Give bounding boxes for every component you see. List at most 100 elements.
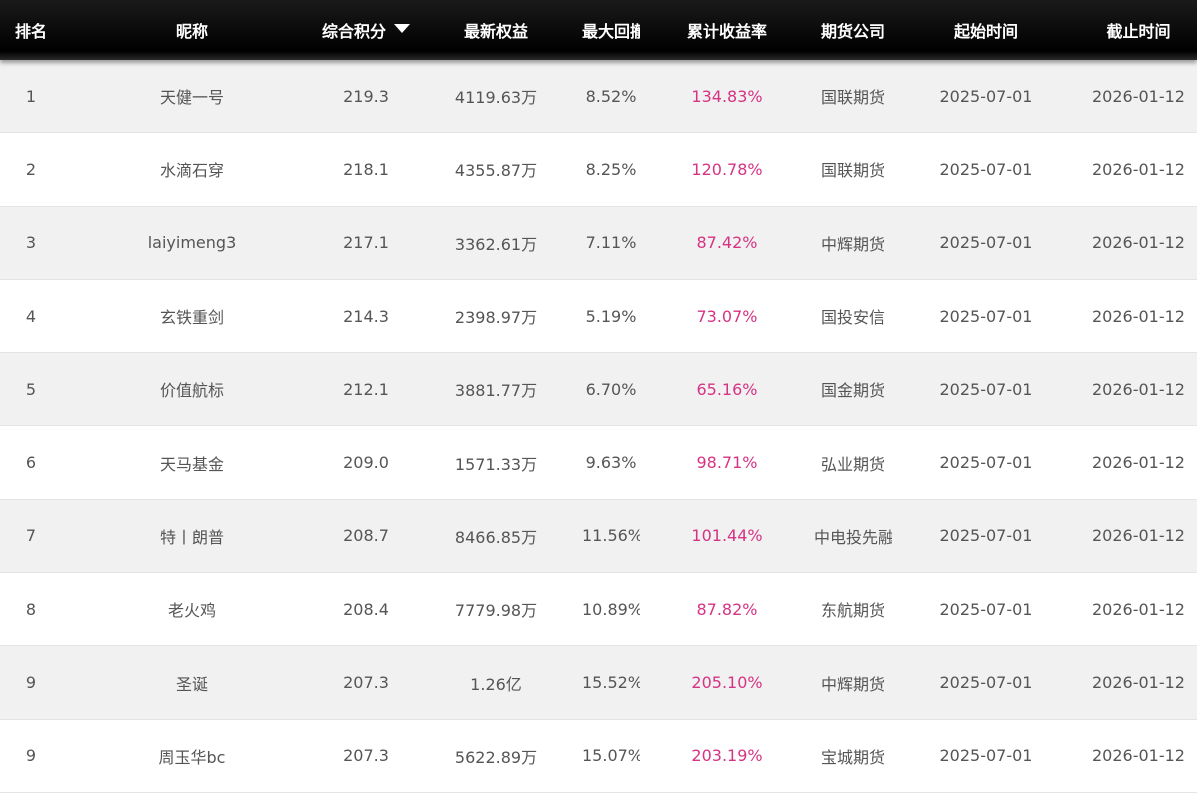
column-header-broker[interactable]: 期货公司 — [814, 18, 892, 42]
cell-start: 2025-07-01 — [939, 233, 1033, 253]
table-row[interactable]: 1 天健一号 219.3 4119.63万 8.52% 134.83% 国联期货 2025-0… — [0, 60, 1197, 134]
cell-start: 2025-07-01 — [939, 159, 1033, 179]
cell-broker: 东航期货 — [820, 601, 885, 621]
cell-end: 2026-01-12 — [1092, 526, 1185, 546]
column-header-end[interactable]: 截止时间 — [1080, 18, 1197, 42]
cell-score: 207.3 — [343, 673, 389, 693]
cell-end: 2026-01-12 — [1092, 379, 1185, 399]
column-header-equity[interactable]: 最新权益 — [410, 18, 582, 42]
column-header-drawdown[interactable]: 最大回撤 — [582, 18, 640, 42]
cell-equity: 2398.97万 — [454, 308, 538, 328]
cell-return: 203.19% — [691, 746, 763, 766]
cell-broker: 国联期货 — [820, 161, 885, 181]
cell-equity: 4119.63万 — [454, 88, 538, 108]
table-row[interactable]: 4 玄铁重剑 214.3 2398.97万 5.19% 73.07% 国投安信 2025-07… — [0, 279, 1197, 354]
cell-name[interactable]: 水滴石穿 — [62, 157, 322, 181]
table-row[interactable]: 2 水滴石穿 218.1 4355.87万 8.25% 120.78% 国联期货 2025-0… — [0, 133, 1197, 207]
cell-rank: 9 — [25, 673, 37, 693]
cell-rank: 9 — [25, 746, 37, 766]
cell-name[interactable]: 特丨朗普 — [62, 524, 322, 548]
cell-equity: 8466.85万 — [454, 527, 538, 547]
cell-name[interactable]: 天马基金 — [62, 451, 322, 475]
cell-name[interactable]: 天健一号 — [62, 84, 322, 108]
column-header-start[interactable]: 起始时间 — [892, 18, 1080, 42]
cell-equity: 1.26亿 — [470, 674, 522, 694]
cell-drawdown: 10.89% — [582, 599, 640, 619]
cell-score: 209.0 — [343, 453, 389, 473]
cell-name[interactable]: 老火鸡 — [62, 597, 322, 621]
cell-score: 214.3 — [343, 306, 389, 326]
cell-rank: 1 — [25, 86, 37, 106]
column-header-score[interactable]: 综合积分 — [322, 18, 410, 42]
cell-drawdown: 8.25% — [585, 159, 637, 179]
cell-return: 87.82% — [696, 599, 758, 619]
cell-broker: 中辉期货 — [820, 674, 885, 694]
sort-desc-icon[interactable] — [394, 23, 410, 33]
cell-return: 120.78% — [691, 159, 763, 179]
cell-score: 208.7 — [343, 526, 389, 546]
cell-drawdown: 5.19% — [585, 306, 637, 326]
cell-rank: 6 — [25, 453, 37, 473]
cell-broker: 宝城期货 — [820, 747, 885, 767]
cell-name[interactable]: 玄铁重剑 — [62, 304, 322, 328]
cell-equity: 5622.89万 — [454, 747, 538, 767]
cell-return: 65.16% — [696, 379, 758, 399]
cell-equity: 7779.98万 — [454, 601, 538, 621]
cell-start: 2025-07-01 — [939, 599, 1033, 619]
cell-broker: 弘业期货 — [820, 454, 885, 474]
cell-equity: 3881.77万 — [454, 381, 538, 401]
cell-name[interactable]: 周玉华bc — [62, 744, 322, 768]
table-row[interactable]: 8 老火鸡 208.4 7779.98万 10.89% 87.82% 东航期货 2025-07… — [0, 573, 1197, 647]
cell-start: 2025-07-01 — [939, 453, 1033, 473]
cell-broker: 中辉期货 — [820, 234, 885, 254]
cell-drawdown: 6.70% — [585, 379, 637, 399]
column-header-name[interactable]: 昵称 — [62, 18, 322, 42]
cell-score: 218.1 — [343, 159, 389, 179]
table-row[interactable]: 6 天马基金 209.0 1571.33万 9.63% 98.71% 弘业期货 2025-07… — [0, 426, 1197, 500]
cell-rank: 8 — [25, 599, 37, 619]
cell-return: 87.42% — [696, 233, 758, 253]
cell-score: 208.4 — [343, 599, 389, 619]
table-header: 排名 昵称 综合积分 最新权益 最大回撤 累计收益率 期货公司 起始时间 截止时… — [0, 0, 1197, 60]
cell-return: 134.83% — [691, 86, 763, 106]
table-row[interactable]: 5 价值航标 212.1 3881.77万 6.70% 65.16% 国金期货 2025-07… — [0, 353, 1197, 427]
column-header-return[interactable]: 累计收益率 — [640, 18, 814, 42]
cell-broker: 国投安信 — [820, 308, 885, 328]
table-body: 1 天健一号 219.3 4119.63万 8.52% 134.83% 国联期货 2025-0… — [0, 60, 1197, 793]
cell-drawdown: 15.52% — [582, 673, 640, 693]
cell-end: 2026-01-12 — [1092, 306, 1185, 326]
column-header-rank[interactable]: 排名 — [0, 18, 62, 42]
cell-drawdown: 11.56% — [582, 526, 640, 546]
table-row[interactable]: 9 圣诞 207.3 1.26亿 15.52% 205.10% 中辉期货 2025-07-01… — [0, 646, 1197, 720]
cell-score: 217.1 — [343, 233, 389, 253]
table-row[interactable]: 7 特丨朗普 208.7 8466.85万 11.56% 101.44% 中电投先融 2025… — [0, 499, 1197, 574]
cell-start: 2025-07-01 — [939, 379, 1033, 399]
cell-rank: 2 — [25, 159, 37, 179]
cell-end: 2026-01-12 — [1092, 746, 1185, 766]
cell-broker: 中电投先融 — [814, 527, 892, 547]
cell-name[interactable]: 价值航标 — [62, 377, 322, 401]
cell-equity: 3362.61万 — [454, 234, 538, 254]
table-row[interactable]: 9 周玉华bc 207.3 5622.89万 15.07% 203.19% 宝城期货 2025… — [0, 719, 1197, 793]
cell-rank: 4 — [25, 306, 37, 326]
column-header-score-label: 综合积分 — [322, 22, 387, 41]
cell-name[interactable]: laiyimeng3 — [62, 233, 322, 252]
cell-end: 2026-01-12 — [1092, 86, 1185, 106]
cell-end: 2026-01-12 — [1092, 159, 1185, 179]
cell-end: 2026-01-12 — [1092, 233, 1185, 253]
cell-start: 2025-07-01 — [939, 526, 1033, 546]
cell-score: 207.3 — [343, 746, 389, 766]
cell-broker: 国金期货 — [820, 381, 885, 401]
cell-name[interactable]: 圣诞 — [62, 671, 322, 695]
cell-return: 73.07% — [696, 306, 758, 326]
cell-start: 2025-07-01 — [939, 673, 1033, 693]
cell-rank: 7 — [25, 526, 37, 546]
cell-drawdown: 15.07% — [582, 746, 640, 766]
cell-equity: 1571.33万 — [454, 454, 538, 474]
cell-drawdown: 8.52% — [585, 86, 637, 106]
cell-score: 212.1 — [343, 379, 389, 399]
cell-end: 2026-01-12 — [1092, 453, 1185, 473]
table-row[interactable]: 3 laiyimeng3 217.1 3362.61万 7.11% 87.42% 中辉期货 2… — [0, 206, 1197, 280]
cell-drawdown: 9.63% — [585, 453, 637, 473]
cell-broker: 国联期货 — [820, 88, 885, 108]
